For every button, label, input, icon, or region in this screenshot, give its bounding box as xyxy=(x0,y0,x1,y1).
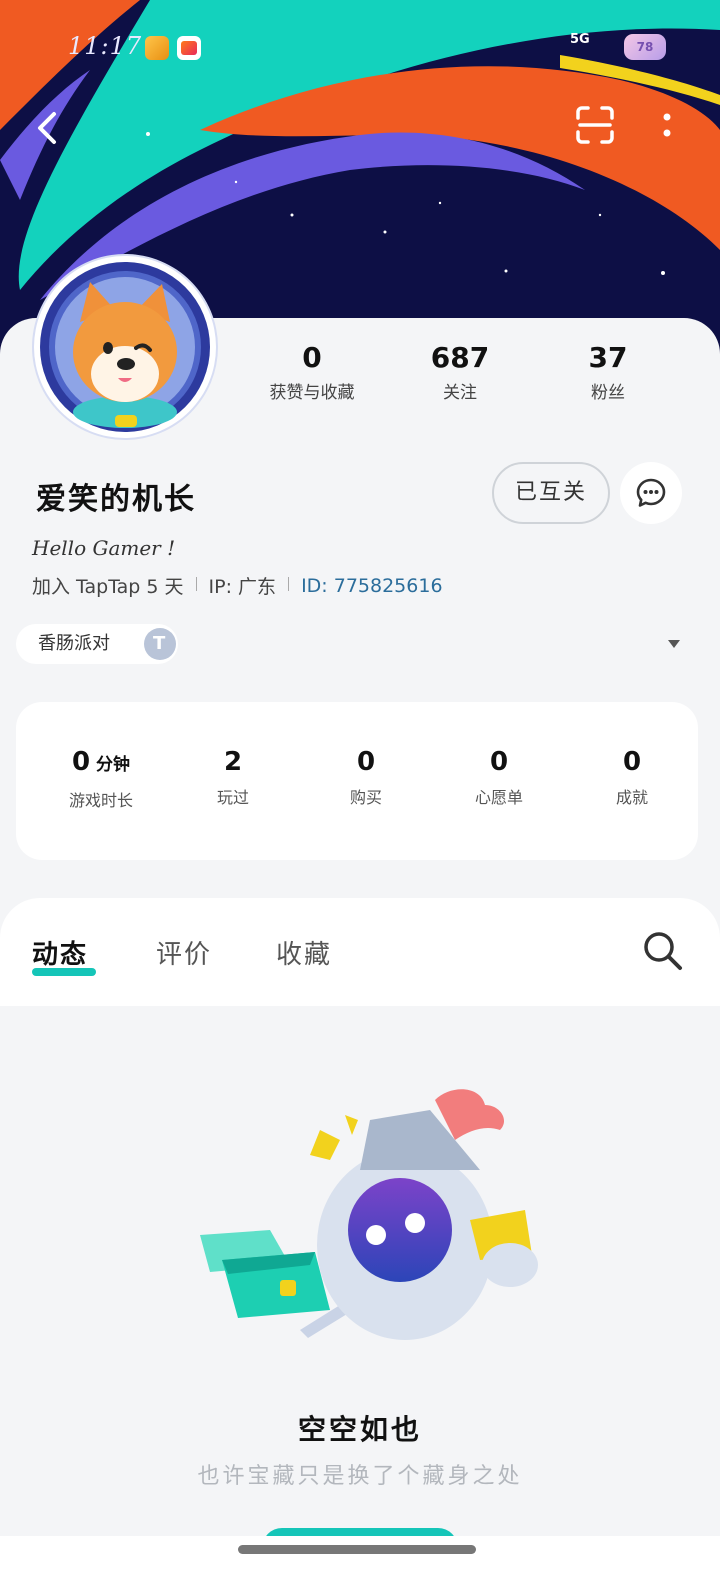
network-indicator: 5G xyxy=(570,32,590,47)
profile-meta: 加入 TapTap 5 天 IP: 广东 ID: 775825616 xyxy=(32,572,443,600)
stat-play-time[interactable]: 0 分钟 游戏时长 xyxy=(36,746,166,811)
stat-value: 0 xyxy=(489,747,509,777)
joined-text: 加入 TapTap 5 天 xyxy=(32,576,184,598)
stat-value: 2 xyxy=(223,747,243,777)
more-icon xyxy=(663,113,671,137)
divider xyxy=(195,577,197,591)
system-navigation-bar xyxy=(0,1536,720,1582)
empty-state-illustration xyxy=(200,1089,538,1340)
divider xyxy=(288,577,290,591)
dropdown-caret-icon[interactable] xyxy=(668,640,680,648)
stat-label: 关注 xyxy=(443,383,477,403)
avatar[interactable] xyxy=(34,256,216,438)
notification-app-icon xyxy=(145,36,169,60)
stat-value: 37 xyxy=(588,341,628,374)
tab-activity[interactable]: 动态 xyxy=(32,934,88,971)
stat-value: 0 xyxy=(622,747,642,777)
badge-label: 香肠派对 xyxy=(38,633,110,654)
stat-followers[interactable]: 37 粉丝 xyxy=(538,340,678,403)
stat-number: 0 xyxy=(71,747,91,777)
scan-icon xyxy=(576,106,614,144)
stat-label: 心愿单 xyxy=(474,788,523,807)
game-stats-card: 0 分钟 游戏时长 2 玩过 0 购买 0 心愿单 0 成就 xyxy=(16,702,698,860)
user-id[interactable]: ID: 775825616 xyxy=(301,575,442,597)
search-button[interactable] xyxy=(640,928,686,974)
more-options-button[interactable] xyxy=(644,100,690,150)
username: 爱笑的机长 xyxy=(36,482,196,517)
stat-value: 0 分钟 xyxy=(36,746,166,781)
home-indicator[interactable] xyxy=(238,1545,476,1554)
notification-app-icon xyxy=(177,36,201,60)
stat-value: 687 xyxy=(430,341,490,374)
status-bar: 11:17 5G 78 xyxy=(0,28,720,68)
stat-label: 粉丝 xyxy=(591,383,625,403)
stat-following[interactable]: 687 关注 xyxy=(390,340,530,403)
chat-icon xyxy=(636,478,666,507)
stat-value: 0 xyxy=(302,341,322,374)
active-tab-indicator xyxy=(32,968,96,976)
stat-value: 0 xyxy=(356,747,376,777)
mutual-follow-button[interactable]: 已互关 xyxy=(492,462,610,524)
empty-state-title: 空空如也 xyxy=(297,1413,422,1446)
stat-purchased[interactable]: 0 购买 xyxy=(301,746,431,808)
stat-unit: 分钟 xyxy=(96,755,131,775)
stat-label: 获赞与收藏 xyxy=(269,383,355,403)
avatar-image xyxy=(40,262,210,432)
stat-label: 购买 xyxy=(349,788,382,807)
stat-label: 成就 xyxy=(615,788,648,807)
stat-played[interactable]: 2 玩过 xyxy=(168,746,298,808)
tab-collections[interactable]: 收藏 xyxy=(276,934,332,971)
status-time: 11:17 xyxy=(68,32,143,60)
bio-text: Hello Gamer ! xyxy=(32,536,176,560)
stat-label: 玩过 xyxy=(216,788,249,807)
badge-icon xyxy=(144,628,176,660)
stat-wishlist[interactable]: 0 心愿单 xyxy=(434,746,564,808)
battery-indicator: 78 xyxy=(624,34,666,60)
game-badge[interactable]: 香肠派对 xyxy=(16,624,178,664)
tab-reviews[interactable]: 评价 xyxy=(156,934,212,971)
stat-achievements[interactable]: 0 成就 xyxy=(567,746,697,808)
profile-stats: 0 获赞与收藏 687 关注 37 粉丝 xyxy=(240,340,710,410)
back-arrow-icon xyxy=(38,112,56,144)
back-button[interactable] xyxy=(26,104,74,152)
stat-likes[interactable]: 0 获赞与收藏 xyxy=(242,340,382,403)
tab-bar: 动态 评价 收藏 xyxy=(0,898,720,1006)
ip-location: IP: 广东 xyxy=(208,576,277,598)
search-icon xyxy=(644,932,682,970)
stat-label: 游戏时长 xyxy=(68,791,133,810)
message-button[interactable] xyxy=(620,462,682,524)
scan-button[interactable] xyxy=(570,100,620,150)
empty-state-subtitle: 也许宝藏只是换了个藏身之处 xyxy=(197,1464,523,1489)
